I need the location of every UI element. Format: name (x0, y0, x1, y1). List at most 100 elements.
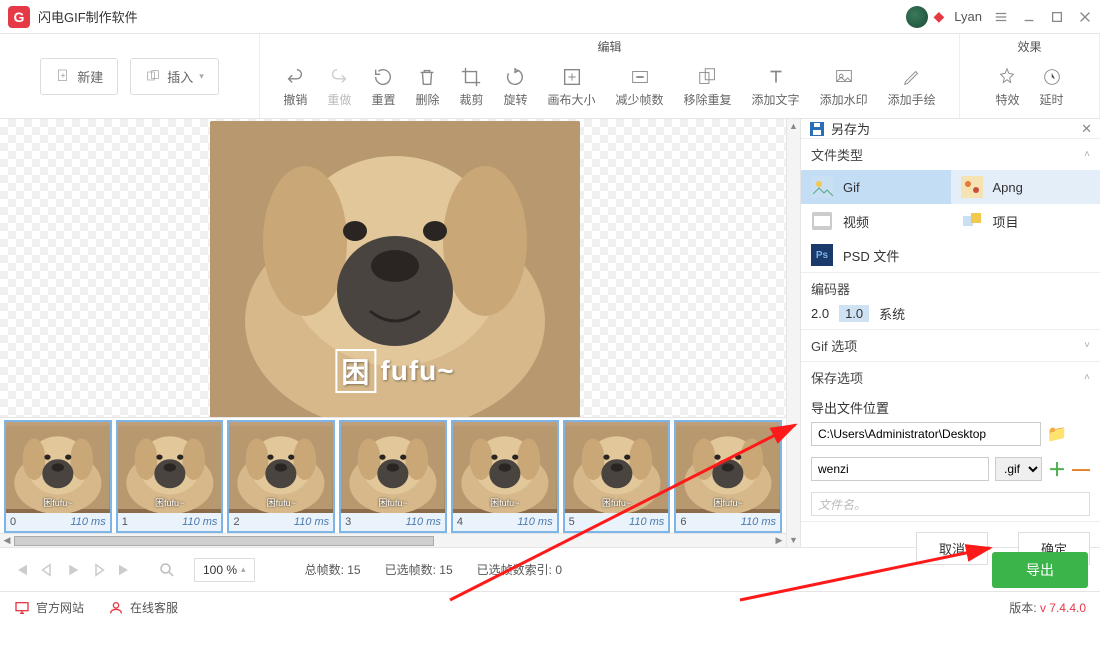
headset-icon (108, 600, 124, 616)
panel-title: 另存为 (831, 119, 870, 138)
canvas-icon (561, 66, 583, 88)
new-button[interactable]: 新建 (40, 58, 118, 95)
scroll-left-icon[interactable]: ◀ (0, 535, 14, 546)
redo-icon (328, 66, 350, 88)
pencil-icon (901, 66, 923, 88)
frames-strip[interactable]: 困fufu~0110 ms困fufu~1110 ms困fufu~2110 ms困… (0, 418, 786, 533)
filetype-gif[interactable]: Gif (801, 170, 951, 204)
add-text-tool[interactable]: 添加文字 (742, 62, 810, 112)
fx-tool[interactable]: 特效 (985, 62, 1029, 112)
title-bar: G 闪电GIF制作软件 ◆ Lyan (0, 0, 1100, 34)
group-effect-label: 效果 (1017, 38, 1041, 56)
frame-0[interactable]: 困fufu~0110 ms (4, 420, 112, 533)
project-icon (961, 210, 983, 232)
save-as-panel: 另存为 ✕ 文件类型 ˄ Gif Apng 视频 (800, 119, 1100, 547)
redo-tool[interactable]: 重做 (317, 62, 361, 112)
frame-2[interactable]: 困fufu~2110 ms (227, 420, 335, 533)
frame-4[interactable]: 困fufu~4110 ms (451, 420, 559, 533)
ruby-icon: ◆ (934, 8, 945, 25)
reduce-frames-tool[interactable]: 减少帧数 (606, 62, 674, 112)
undo-tool[interactable]: 撤销 (273, 62, 317, 112)
search-icon[interactable] (158, 561, 176, 579)
chevron-down-icon[interactable]: ˅ (1084, 340, 1090, 351)
horizontal-scrollbar[interactable]: ◀ ▶ (0, 533, 786, 547)
new-file-icon (55, 68, 71, 84)
add-icon[interactable]: ＋ (1048, 456, 1066, 482)
frame-6[interactable]: 困fufu~6110 ms (674, 420, 782, 533)
frame-1[interactable]: 困fufu~1110 ms (116, 420, 224, 533)
watermark-tool[interactable]: 添加水印 (810, 62, 878, 112)
filetype-psd[interactable]: Ps PSD 文件 (801, 238, 951, 272)
zoom-input[interactable]: 100 %▴ (194, 558, 255, 582)
extension-select[interactable]: .gif (995, 457, 1042, 481)
fx-icon (996, 66, 1018, 88)
rotate-tool[interactable]: 旋转 (493, 62, 537, 112)
remove-icon[interactable]: — (1072, 459, 1090, 480)
trash-icon (416, 66, 438, 88)
encoder-section-label: 编码器 (811, 279, 850, 298)
selected-frames-label: 已选帧数: (385, 563, 436, 577)
insert-icon (145, 68, 161, 84)
gif-options-label[interactable]: Gif 选项 (811, 336, 857, 355)
scroll-right-icon[interactable]: ▶ (772, 535, 786, 546)
text-icon (765, 66, 787, 88)
export-button[interactable]: 导出 (992, 552, 1088, 588)
apng-icon (961, 176, 983, 198)
close-icon[interactable] (1078, 10, 1092, 24)
remove-dup-tool[interactable]: 移除重复 (674, 62, 742, 112)
encoder-10[interactable]: 1.0 (839, 305, 869, 322)
export-location-label: 导出文件位置 (811, 398, 889, 417)
vertical-scrollbar[interactable]: ▲ ▼ (786, 119, 800, 547)
selected-index-value: 0 (555, 563, 562, 577)
prev-frame-icon[interactable] (38, 561, 56, 579)
filetype-section-label: 文件类型 (811, 145, 863, 164)
next-frame-icon[interactable] (90, 561, 108, 579)
folder-icon[interactable]: 📁 (1047, 424, 1067, 444)
delay-tool[interactable]: 延时 (1030, 62, 1074, 112)
chevron-up-icon[interactable]: ˄ (1084, 149, 1090, 160)
official-site-link[interactable]: 官方网站 (14, 599, 84, 616)
save-options-label[interactable]: 保存选项 (811, 368, 863, 387)
clock-icon (1041, 66, 1063, 88)
selected-frames-value: 15 (439, 563, 452, 577)
goto-start-icon[interactable] (12, 561, 30, 579)
status-bar: 官方网站 在线客服 版本: v 7.4.4.0 (0, 591, 1100, 623)
username-label: Lyan (954, 9, 982, 24)
maximize-icon[interactable] (1050, 10, 1064, 24)
delete-tool[interactable]: 删除 (405, 62, 449, 112)
canvas-area[interactable]: 困fufu~ ▲ ▼ 困fufu~0110 ms困fufu~1110 ms困fu… (0, 119, 800, 547)
encoder-system[interactable]: 系统 (879, 304, 905, 323)
chevron-down-icon: ▾ (199, 71, 204, 82)
export-path-input[interactable] (811, 422, 1041, 446)
goto-end-icon[interactable] (116, 561, 134, 579)
minimize-icon[interactable] (1022, 10, 1036, 24)
encoder-20[interactable]: 2.0 (811, 306, 829, 321)
play-icon[interactable] (64, 561, 82, 579)
scroll-up-icon[interactable]: ▲ (787, 119, 800, 133)
filetype-project[interactable]: 项目 (951, 204, 1100, 238)
preview-image: 困fufu~ (210, 121, 580, 421)
filename-input[interactable] (811, 457, 989, 481)
canvas-size-tool[interactable]: 画布大小 (538, 62, 606, 112)
crop-tool[interactable]: 裁剪 (449, 62, 493, 112)
hand-draw-tool[interactable]: 添加手绘 (878, 62, 946, 112)
menu-icon[interactable] (994, 10, 1008, 24)
version-value: v 7.4.4.0 (1040, 601, 1086, 615)
reduce-icon (629, 66, 651, 88)
frame-5[interactable]: 困fufu~5110 ms (563, 420, 671, 533)
scroll-down-icon[interactable]: ▼ (787, 533, 800, 547)
filetype-video[interactable]: 视频 (801, 204, 951, 238)
chevron-up-icon[interactable]: ˄ (1084, 372, 1090, 383)
online-service-link[interactable]: 在线客服 (108, 599, 178, 616)
reset-tool[interactable]: 重置 (361, 62, 405, 112)
chevron-up-icon[interactable]: ▴ (241, 564, 246, 575)
scroll-thumb[interactable] (14, 536, 434, 546)
gif-icon (811, 176, 833, 198)
frame-3[interactable]: 困fufu~3110 ms (339, 420, 447, 533)
cancel-button[interactable]: 取消 (916, 532, 988, 565)
filetype-apng[interactable]: Apng (951, 170, 1100, 204)
insert-button[interactable]: 插入 ▾ (130, 58, 219, 95)
panel-close-icon[interactable]: ✕ (1081, 121, 1092, 137)
app-title: 闪电GIF制作软件 (38, 7, 906, 26)
user-avatar[interactable] (906, 6, 928, 28)
